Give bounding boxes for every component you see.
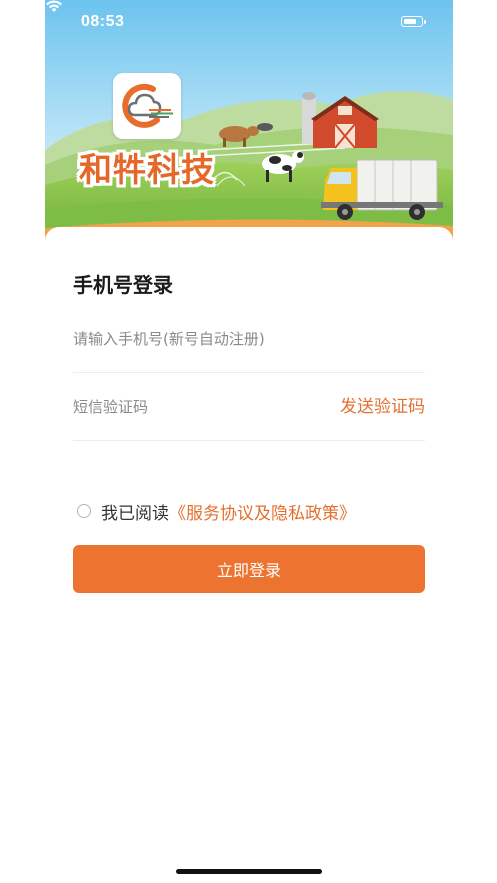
status-bar: 08:53 — [45, 0, 453, 44]
battery-icon — [401, 16, 426, 27]
app-screen: 08:53 和牪科技 手机号登录 请输入手机号(新号自动注册) 短信验证码 发送… — [45, 0, 453, 883]
wifi-icon — [46, 0, 62, 12]
home-indicator[interactable] — [176, 869, 322, 874]
cloud-logo-icon — [122, 83, 173, 128]
agreement-checkbox[interactable] — [77, 504, 91, 518]
login-button[interactable]: 立即登录 — [73, 545, 425, 593]
app-logo — [113, 73, 181, 139]
page-title: 手机号登录 — [73, 273, 173, 297]
agreement-row: 我已阅读 《服务协议及隐私政策》 — [77, 499, 356, 524]
brand-name: 和牪科技 — [79, 150, 215, 189]
phone-field-row — [73, 305, 425, 373]
agreement-link[interactable]: 《服务协议及隐私政策》 — [169, 499, 356, 524]
send-code-button[interactable]: 发送验证码 — [340, 393, 425, 421]
login-card: 手机号登录 发送验证码 我已阅读 《服务协议及隐私政策》 立即登录 — [45, 227, 453, 883]
sms-code-input[interactable] — [73, 393, 313, 421]
hero-banner: 08:53 和牪科技 — [45, 0, 453, 245]
phone-input[interactable] — [73, 325, 313, 353]
status-time: 08:53 — [81, 13, 125, 30]
login-button-label: 立即登录 — [216, 561, 281, 580]
code-field-row: 发送验证码 — [73, 373, 425, 441]
agreement-prefix: 我已阅读 — [101, 503, 169, 524]
